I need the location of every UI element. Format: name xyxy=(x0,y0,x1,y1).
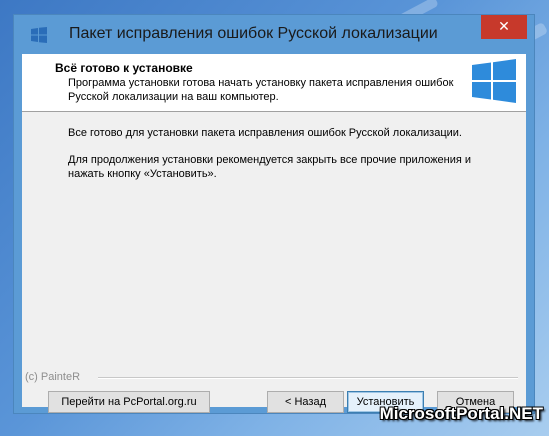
header-description: Программа установки готова начать устано… xyxy=(68,77,454,103)
credit-label: (c) PainteR xyxy=(25,371,81,383)
close-icon: ✕ xyxy=(498,19,510,35)
windows-logo-icon xyxy=(31,27,47,43)
ready-message: Все готово для установки пакета исправле… xyxy=(68,127,462,139)
back-button[interactable]: < Назад xyxy=(267,391,344,413)
title-bar[interactable]: Пакет исправления ошибок Русской локализ… xyxy=(14,15,534,54)
close-apps-message: Для продолжения установки рекомендуется … xyxy=(68,154,472,180)
header-title: Всё готово к установке xyxy=(55,61,193,75)
watermark: MicrosoftPortal.NET xyxy=(379,404,543,423)
visit-portal-button[interactable]: Перейти на PcPortal.org.ru xyxy=(48,391,210,413)
windows-logo-icon xyxy=(472,59,516,103)
window-title: Пакет исправления ошибок Русской локализ… xyxy=(69,25,438,42)
close-button[interactable]: ✕ xyxy=(481,15,527,39)
installer-window: Пакет исправления ошибок Русской локализ… xyxy=(13,14,535,414)
dialog-content: Всё готово к установке Программа установ… xyxy=(22,54,526,413)
footer-divider xyxy=(98,377,518,379)
header-panel: Всё готово к установке Программа установ… xyxy=(22,54,526,112)
